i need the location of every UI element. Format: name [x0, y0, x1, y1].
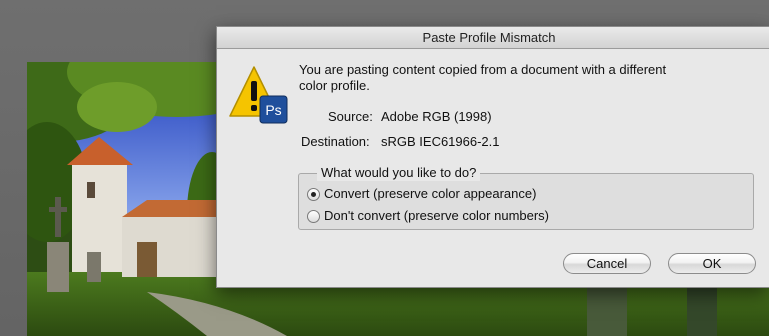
photoshop-badge-text: Ps [265, 102, 281, 118]
convert-option-label[interactable]: Convert (preserve color appearance) [324, 186, 536, 202]
source-value: Adobe RGB (1998) [381, 109, 492, 124]
dont-convert-radio[interactable] [307, 209, 320, 223]
dialog-message: You are pasting content copied from a do… [299, 62, 667, 93]
source-label: Source: [328, 109, 373, 124]
dont-convert-option-label[interactable]: Don't convert (preserve color numbers) [324, 208, 549, 224]
destination-label: Destination: [301, 134, 370, 149]
options-group-label: What would you like to do? [317, 165, 481, 181]
dialog-titlebar[interactable]: Paste Profile Mismatch [217, 27, 769, 49]
dont-convert-option[interactable]: Don't convert (preserve color numbers) [307, 208, 549, 224]
dialog-title: Paste Profile Mismatch [422, 30, 556, 45]
convert-option[interactable]: Convert (preserve color appearance) [307, 186, 536, 202]
convert-radio[interactable] [307, 187, 320, 201]
paste-profile-mismatch-dialog: Paste Profile Mismatch Ps You are pastin… [216, 26, 769, 288]
destination-value: sRGB IEC61966-2.1 [381, 134, 500, 149]
photoshop-workspace: Paste Profile Mismatch Ps You are pastin… [0, 0, 769, 336]
cancel-button[interactable]: Cancel [563, 253, 651, 274]
ok-button[interactable]: OK [668, 253, 756, 274]
alert-photoshop-icon: Ps [229, 64, 293, 128]
